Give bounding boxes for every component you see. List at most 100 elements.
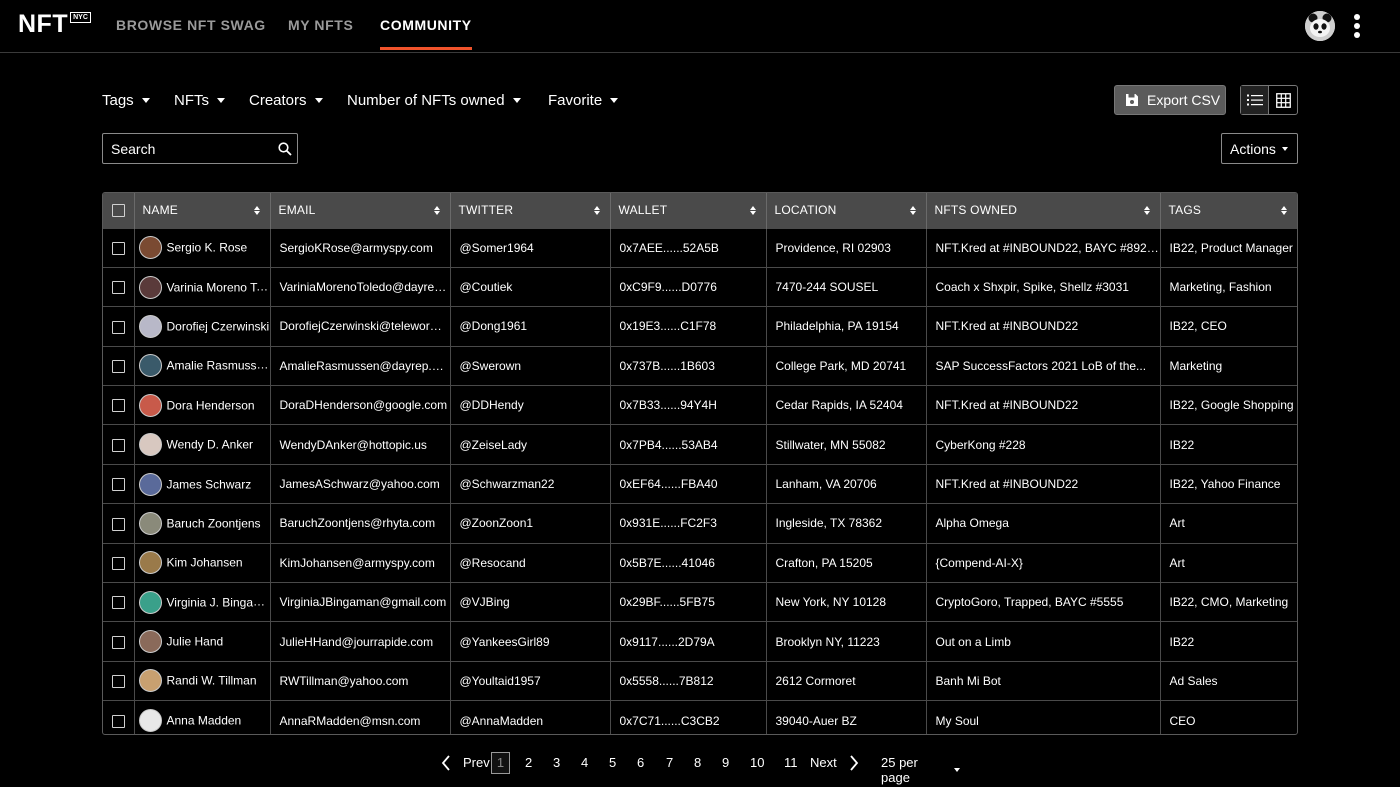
member-name[interactable]: Virginia J. Bingam... bbox=[167, 594, 270, 609]
nft-nyc-logo[interactable]: NFT NYC bbox=[18, 11, 91, 37]
row-select-cell bbox=[103, 503, 135, 544]
next-page-button[interactable]: Next bbox=[810, 755, 837, 770]
per-page-dropdown[interactable]: 25 per page bbox=[881, 755, 960, 785]
row-checkbox[interactable] bbox=[111, 596, 125, 610]
page-11-button[interactable]: 11 bbox=[784, 755, 798, 770]
row-checkbox[interactable] bbox=[111, 399, 125, 413]
row-checkbox[interactable] bbox=[111, 438, 125, 452]
page-3-button[interactable]: 3 bbox=[553, 755, 560, 770]
page-8-button[interactable]: 8 bbox=[694, 755, 701, 770]
filter-nfts[interactable]: NFTs bbox=[174, 91, 225, 109]
table-row[interactable]: Randi W. Tillman RWTillman@yahoo.com @Youl… bbox=[103, 661, 1297, 701]
row-checkbox[interactable] bbox=[111, 714, 125, 728]
column-header-location[interactable]: LOCATION bbox=[766, 193, 927, 228]
tab-browse-nft-swag[interactable]: BROWSE NFT SWAG bbox=[116, 17, 266, 33]
member-name[interactable]: Anna Madden bbox=[167, 714, 242, 728]
page-4-button[interactable]: 4 bbox=[581, 755, 588, 770]
caret-down-icon bbox=[141, 97, 150, 103]
actions-dropdown[interactable]: Actions bbox=[1221, 133, 1298, 164]
member-name[interactable]: Randi W. Tillman bbox=[167, 674, 257, 688]
row-checkbox[interactable] bbox=[111, 281, 125, 295]
page-1-button[interactable]: 1 bbox=[491, 752, 510, 774]
grid-view-button[interactable] bbox=[1269, 86, 1297, 114]
column-header-name[interactable]: NAME bbox=[134, 193, 271, 228]
member-name[interactable]: Baruch Zoontjens bbox=[167, 516, 261, 530]
member-name[interactable]: Dorofiej Czerwinski bbox=[167, 319, 270, 333]
search-icon[interactable] bbox=[278, 142, 292, 156]
page-6-button[interactable]: 6 bbox=[637, 755, 644, 770]
table-row[interactable]: Baruch Zoontjens BaruchZoontjens@rhyta.co… bbox=[103, 503, 1297, 544]
user-avatar[interactable] bbox=[1305, 11, 1335, 41]
filter-favorite[interactable]: Favorite bbox=[548, 91, 619, 109]
tags-cell: IB22, CMO, Marketing bbox=[1169, 595, 1289, 610]
tab-community[interactable]: COMMUNITY bbox=[380, 17, 472, 50]
filter-creators[interactable]: Creators bbox=[249, 91, 323, 109]
nfts-owned-cell: Out on a Limb bbox=[926, 621, 1161, 662]
table-row[interactable]: Dora Henderson DoraDHenderson@google.com @… bbox=[103, 385, 1297, 425]
row-checkbox[interactable] bbox=[111, 478, 125, 492]
name-cell: Amalie Rasmussen bbox=[134, 346, 271, 386]
table-row[interactable]: Dorofiej Czerwinski DorofiejCzerwinski@te… bbox=[103, 306, 1297, 347]
row-checkbox[interactable] bbox=[111, 675, 125, 689]
table-row[interactable]: Kim Johansen KimJohansen@armyspy.com @Reso… bbox=[103, 543, 1297, 583]
page-10-button[interactable]: 10 bbox=[750, 755, 764, 770]
column-header-tags[interactable]: TAGS bbox=[1160, 193, 1297, 228]
sort-icon[interactable] bbox=[909, 206, 916, 216]
caret-down-icon bbox=[217, 97, 225, 103]
sort-icon[interactable] bbox=[593, 206, 600, 216]
row-checkbox[interactable] bbox=[111, 241, 125, 255]
email-cell: VariniaMorenoToledo@dayrep... bbox=[270, 267, 451, 307]
chevron-left-icon[interactable] bbox=[440, 755, 452, 771]
row-checkbox[interactable] bbox=[111, 360, 125, 374]
sort-icon[interactable] bbox=[749, 206, 756, 216]
member-name[interactable]: Varinia Moreno To... bbox=[167, 279, 270, 294]
member-name[interactable]: James Schwarz bbox=[167, 477, 252, 491]
member-name[interactable]: Sergio K. Rose bbox=[167, 241, 248, 255]
row-checkbox[interactable] bbox=[111, 635, 125, 649]
sort-icon[interactable] bbox=[253, 206, 260, 216]
community-table: NAME EMAIL TWITTER WALLET LOCATION NFTS … bbox=[102, 192, 1298, 735]
page-5-button[interactable]: 5 bbox=[609, 755, 616, 770]
table-row[interactable]: James Schwarz JamesASchwarz@yahoo.com @Sch… bbox=[103, 464, 1297, 504]
member-name[interactable]: Amalie Rasmussen bbox=[167, 358, 270, 373]
filter-tags[interactable]: Tags bbox=[102, 91, 150, 109]
column-header-wallet[interactable]: WALLET bbox=[610, 193, 767, 228]
name-cell: Anna Madden bbox=[134, 700, 271, 734]
column-header-twitter[interactable]: TWITTER bbox=[450, 193, 611, 228]
row-checkbox[interactable] bbox=[111, 320, 125, 334]
table-row[interactable]: Sergio K. Rose SergioKRose@armyspy.com @So… bbox=[103, 228, 1297, 268]
sort-icon[interactable] bbox=[433, 206, 440, 216]
member-name[interactable]: Wendy D. Anker bbox=[167, 438, 253, 452]
table-row[interactable]: Wendy D. Anker WendyDAnker@hottopic.us @Ze… bbox=[103, 424, 1297, 465]
search-input[interactable] bbox=[111, 140, 271, 158]
table-row[interactable]: Julie Hand JulieHHand@jourrapide.com @Yank… bbox=[103, 621, 1297, 662]
caret-down-icon bbox=[314, 97, 323, 103]
column-header-email[interactable]: EMAIL bbox=[270, 193, 451, 228]
export-csv-button[interactable]: Export CSV bbox=[1114, 85, 1226, 115]
list-view-button[interactable] bbox=[1241, 86, 1269, 114]
twitter-cell: @ZeiseLady bbox=[450, 424, 611, 465]
sort-icon[interactable] bbox=[1143, 206, 1150, 216]
table-row[interactable]: Anna Madden AnnaRMadden@msn.com @AnnaMadde… bbox=[103, 700, 1297, 734]
column-header-nfts-owned[interactable]: NFTS OWNED bbox=[926, 193, 1161, 228]
logo-text: NFT bbox=[18, 10, 69, 38]
table-row[interactable]: Varinia Moreno To... VariniaMorenoToledo@… bbox=[103, 267, 1297, 307]
filter-number-of-nfts-owned[interactable]: Number of NFTs owned bbox=[347, 91, 521, 109]
page-9-button[interactable]: 9 bbox=[722, 755, 729, 770]
sort-icon[interactable] bbox=[1281, 206, 1287, 216]
row-checkbox[interactable] bbox=[111, 517, 125, 531]
table-row[interactable]: Virginia J. Bingam... VirginiaJBingaman@g… bbox=[103, 582, 1297, 622]
table-row[interactable]: Amalie Rasmussen AmalieRasmussen@dayrep.c… bbox=[103, 346, 1297, 386]
chevron-right-icon[interactable] bbox=[848, 755, 860, 771]
page-7-button[interactable]: 7 bbox=[666, 755, 673, 770]
prev-page-button[interactable]: Prev bbox=[463, 755, 490, 770]
more-options-icon[interactable] bbox=[1348, 13, 1366, 39]
tab-my-nfts[interactable]: MY NFTS bbox=[288, 17, 353, 33]
member-name[interactable]: Kim Johansen bbox=[167, 556, 243, 570]
page-2-button[interactable]: 2 bbox=[525, 755, 532, 770]
member-name[interactable]: Dora Henderson bbox=[167, 398, 255, 412]
filter-nfts-label: NFTs bbox=[174, 91, 209, 109]
member-name[interactable]: Julie Hand bbox=[167, 635, 224, 649]
row-checkbox[interactable] bbox=[111, 556, 125, 570]
select-all-checkbox[interactable] bbox=[111, 204, 125, 218]
